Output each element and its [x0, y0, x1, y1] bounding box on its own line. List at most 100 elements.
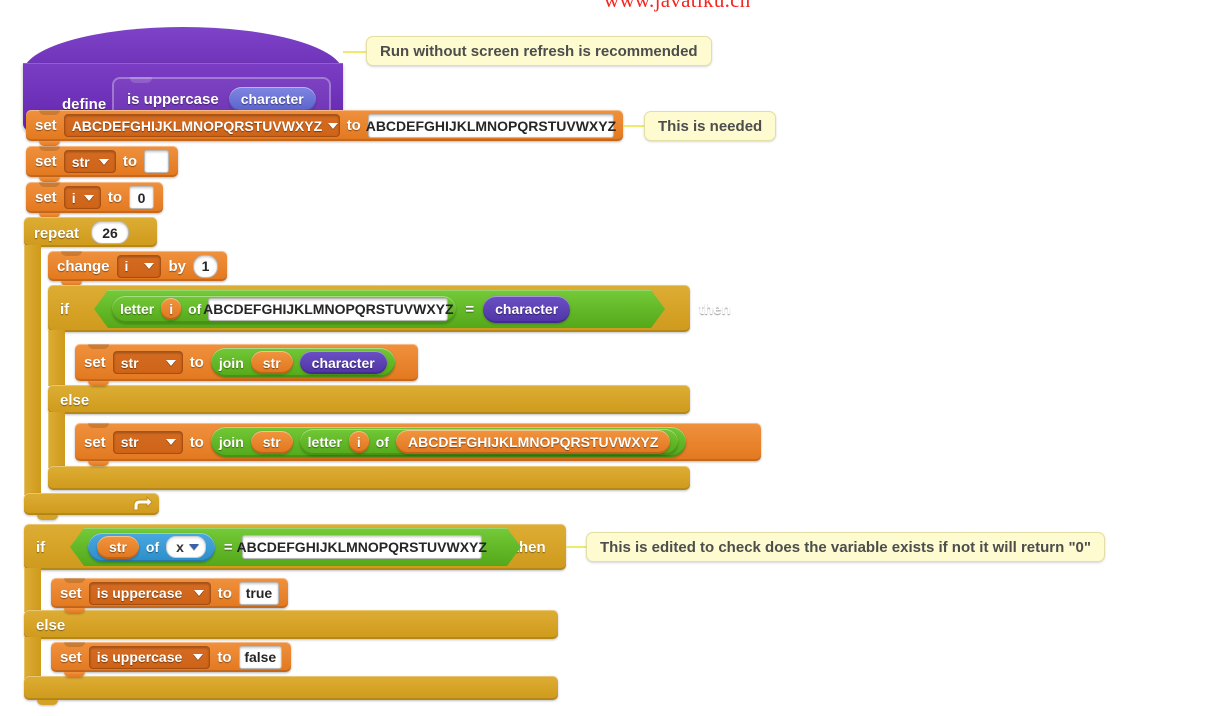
if-letter-footer — [48, 466, 690, 490]
else-bar: else — [24, 610, 558, 639]
change-keyword: change — [57, 257, 110, 275]
if-check-footer — [24, 676, 558, 700]
if-branch-spine — [24, 568, 41, 612]
set-keyword: set — [35, 117, 57, 134]
variable-dropdown-i[interactable]: i — [116, 254, 162, 278]
scratch-script-canvas: www.javatiku.cn define is uppercase char… — [0, 0, 1222, 716]
chevron-down-icon — [328, 122, 339, 129]
procedure-parameter-character[interactable]: character — [228, 86, 316, 112]
set-keyword: set — [84, 354, 106, 371]
variable-i[interactable]: i — [161, 298, 181, 320]
repeat-spine — [24, 245, 41, 495]
variable-dropdown-str[interactable]: str — [63, 150, 116, 173]
comparison-value-input[interactable]: ABCDEFGHIJKLMNOPQRSTUVWXYZ — [242, 535, 482, 559]
chevron-down-icon — [193, 654, 204, 660]
comment-variable-exists[interactable]: This is edited to check does the variabl… — [586, 532, 1106, 562]
of-keyword: of — [375, 434, 389, 450]
letter-string-input[interactable]: ABCDEFGHIJKLMNOPQRSTUVWXYZ — [208, 298, 448, 321]
else-branch-spine — [24, 637, 41, 679]
then-keyword: then — [699, 301, 731, 318]
chevron-down-icon — [193, 590, 204, 596]
else-keyword: else — [60, 392, 90, 409]
letter-keyword: letter — [307, 434, 342, 450]
letter-of-block[interactable]: letter i of ABCDEFGHIJKLMNOPQRSTUVWXYZ — [299, 429, 679, 455]
chevron-down-icon — [165, 359, 176, 366]
set-str-join-character-block[interactable]: set str to join str character — [75, 344, 418, 386]
set-str-block[interactable]: set str to — [26, 146, 178, 182]
to-keyword: to — [217, 648, 232, 666]
else-branch-spine — [48, 412, 65, 468]
variable-i[interactable]: i — [348, 431, 369, 453]
value-input-false[interactable]: false — [238, 645, 282, 669]
chevron-down-icon — [189, 544, 199, 550]
letter-of-block[interactable]: letter i of ABCDEFGHIJKLMNOPQRSTUVWXYZ — [112, 296, 456, 323]
procedure-name: is uppercase — [127, 90, 219, 108]
set-i-block[interactable]: set i to 0 — [26, 182, 163, 218]
to-keyword: to — [189, 433, 204, 451]
join-block[interactable]: join str character — [210, 348, 395, 377]
chevron-down-icon — [83, 194, 94, 201]
variable-dropdown-is-uppercase[interactable]: is uppercase — [88, 645, 211, 669]
repeat-count-input[interactable]: 26 — [91, 221, 129, 244]
parameter-character[interactable]: character — [483, 296, 570, 323]
variable-dropdown-is-uppercase[interactable]: is uppercase — [88, 581, 211, 605]
value-input-true[interactable]: true — [238, 581, 279, 605]
target-dropdown-x[interactable]: x — [166, 536, 206, 558]
join-block[interactable]: join str letter i of ABCDEFGHIJKLMNOPQRS… — [210, 427, 687, 457]
variable-dropdown-i[interactable]: i — [63, 186, 101, 209]
set-str-join-letter-block[interactable]: set str to join str letter i of ABCDEFGH… — [75, 423, 761, 466]
comment-run-without-refresh[interactable]: Run without screen refresh is recommende… — [366, 36, 712, 66]
value-input-alphabet[interactable]: ABCDEFGHIJKLMNOPQRSTUVWXYZ — [366, 113, 616, 138]
property-of-block[interactable]: str of x — [88, 533, 215, 562]
of-keyword: of — [145, 539, 160, 555]
variable-str[interactable]: str — [250, 351, 293, 374]
comment-this-is-needed[interactable]: This is needed — [644, 111, 777, 141]
change-i-block[interactable]: change i by 1 — [48, 251, 227, 286]
chevron-down-icon — [98, 158, 109, 165]
equals-operator-block[interactable]: letter i of ABCDEFGHIJKLMNOPQRSTUVWXYZ =… — [94, 290, 665, 328]
repeat-keyword: repeat — [34, 225, 80, 242]
else-keyword: else — [36, 617, 66, 634]
chevron-down-icon — [144, 263, 155, 269]
loop-arrow-icon — [133, 496, 153, 511]
to-keyword: to — [217, 584, 232, 602]
define-hat-block[interactable]: define is uppercase character — [23, 27, 343, 135]
variable-dropdown-str[interactable]: str — [112, 430, 183, 454]
else-bar: else — [48, 385, 690, 414]
if-keyword: if — [36, 539, 46, 556]
join-keyword: join — [218, 354, 244, 371]
if-keyword: if — [60, 301, 70, 318]
set-alphabet-block[interactable]: set ABCDEFGHIJKLMNOPQRSTUVWXYZ to ABCDEF… — [26, 110, 623, 146]
letter-keyword: letter — [120, 301, 155, 317]
repeat-bottom-bump — [37, 515, 58, 520]
join-keyword: join — [218, 434, 244, 450]
by-keyword: by — [168, 257, 186, 275]
set-keyword: set — [35, 153, 57, 170]
if-branch-spine — [48, 330, 65, 386]
change-amount-input[interactable]: 1 — [193, 254, 218, 278]
site-watermark: www.javatiku.cn — [604, 0, 751, 12]
set-is-uppercase-true-block[interactable]: set is uppercase to true — [51, 578, 288, 613]
of-keyword: of — [188, 301, 202, 317]
chevron-down-icon — [165, 439, 176, 445]
variable-dropdown-str[interactable]: str — [112, 351, 183, 374]
repeat-header[interactable]: repeat 26 — [24, 217, 157, 247]
variable-str[interactable]: str — [250, 430, 293, 454]
equals-sign: = — [223, 538, 233, 556]
set-is-uppercase-false-block[interactable]: set is uppercase to false — [51, 642, 291, 677]
to-keyword: to — [346, 117, 361, 134]
variable-str[interactable]: str — [97, 536, 139, 559]
to-keyword: to — [122, 153, 137, 170]
value-input-str[interactable] — [144, 150, 169, 173]
set-keyword: set — [60, 648, 82, 666]
equals-operator-block[interactable]: str of x = ABCDEFGHIJKLMNOPQRSTUVWXYZ — [70, 528, 521, 566]
variable-dropdown-alphabet[interactable]: ABCDEFGHIJKLMNOPQRSTUVWXYZ — [63, 114, 340, 137]
value-input-i[interactable]: 0 — [129, 186, 154, 209]
set-keyword: set — [84, 433, 106, 451]
set-keyword: set — [35, 189, 57, 206]
set-keyword: set — [60, 584, 82, 602]
to-keyword: to — [189, 354, 204, 371]
equals-sign: = — [465, 300, 475, 318]
variable-alphabet[interactable]: ABCDEFGHIJKLMNOPQRSTUVWXYZ — [396, 430, 671, 454]
parameter-character[interactable]: character — [299, 351, 387, 374]
